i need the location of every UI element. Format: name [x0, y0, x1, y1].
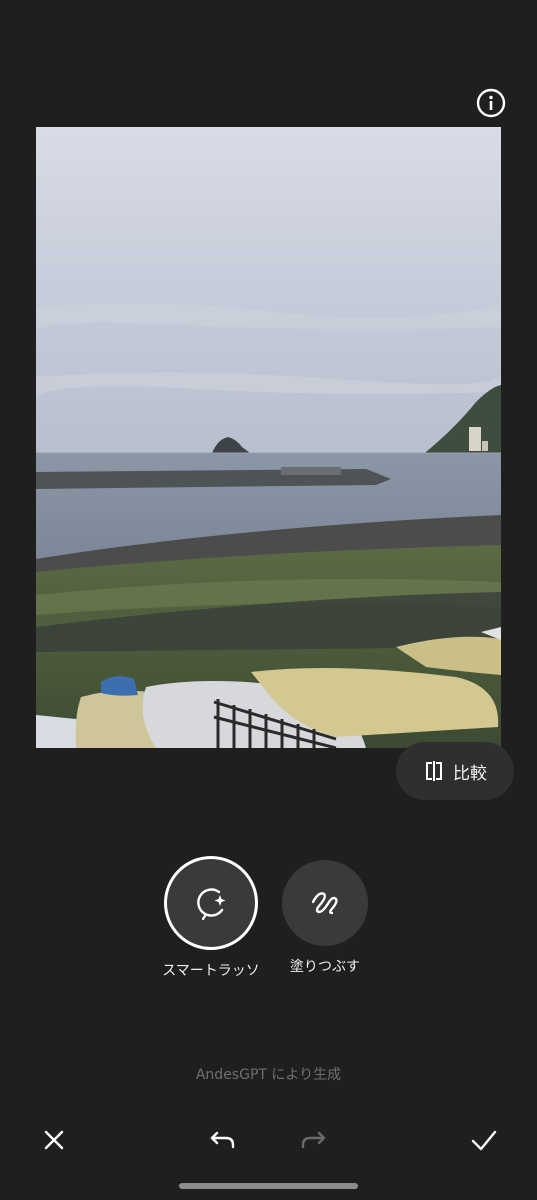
generated-by-credit: AndesGPT により生成: [195, 1067, 342, 1083]
info-button[interactable]: [475, 87, 507, 119]
check-icon: [471, 1130, 497, 1151]
close-icon: [44, 1130, 64, 1150]
seascape-image: [36, 127, 501, 748]
edited-photo[interactable]: [36, 127, 501, 748]
confirm-button[interactable]: [462, 1118, 506, 1162]
home-indicator[interactable]: [179, 1183, 358, 1189]
fill-label: 塗りつぶす: [289, 959, 361, 975]
undo-button[interactable]: [201, 1118, 245, 1162]
compare-icon: [426, 761, 442, 781]
cancel-button[interactable]: [32, 1118, 76, 1162]
bottom-action-bar: [0, 1118, 537, 1162]
brush-scribble-icon: [311, 892, 338, 915]
redo-button[interactable]: [291, 1118, 335, 1162]
tool-fill[interactable]: 塗りつぶす: [275, 860, 375, 976]
tool-smart-lasso[interactable]: スマートラッソ: [146, 856, 276, 980]
smart-lasso-label: スマートラッソ: [162, 963, 260, 979]
info-icon: [476, 88, 506, 118]
compare-label: 比較: [453, 763, 487, 784]
compare-button[interactable]: 比較: [396, 742, 514, 800]
undo-icon: [210, 1131, 235, 1149]
fill-button[interactable]: [282, 860, 368, 946]
redo-icon: [301, 1131, 326, 1149]
smart-lasso-button[interactable]: [164, 856, 258, 950]
smart-lasso-icon: [197, 888, 226, 921]
